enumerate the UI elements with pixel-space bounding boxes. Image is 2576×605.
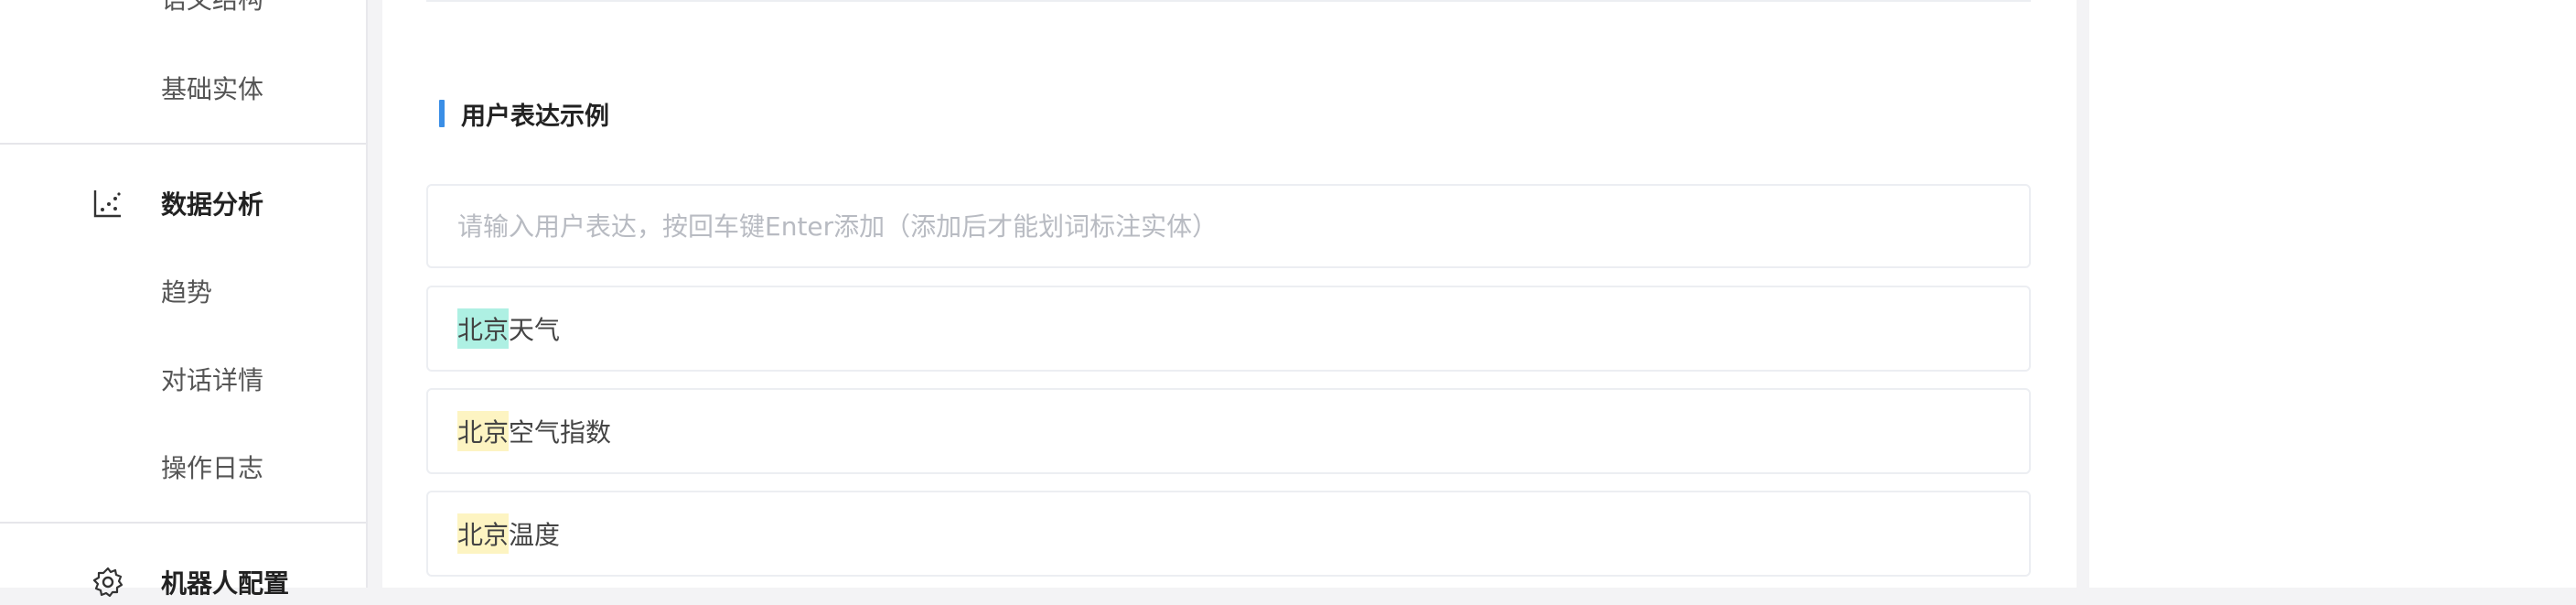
sidebar-item-label: 操作日志 — [161, 453, 264, 483]
expression-item[interactable]: 北京 温度 — [426, 491, 2031, 577]
sidebar-item-label: 趋势 — [161, 277, 213, 308]
gear-icon — [91, 566, 124, 599]
user-expression-input-wrapper — [426, 184, 2031, 268]
sidebar-item-label: 基础实体 — [161, 74, 264, 104]
section-title-text: 用户表达示例 — [461, 102, 609, 131]
sidebar-group-data-analysis[interactable]: 数据分析 — [91, 185, 263, 221]
sidebar-group-bot-config[interactable]: 机器人配置 — [91, 564, 289, 600]
sidebar-item-label: 语义结构 — [161, 0, 263, 15]
sidebar-item-label: 数据分析 — [161, 189, 264, 220]
entity-highlight[interactable]: 北京 — [457, 308, 510, 349]
sidebar-item-label: 机器人配置 — [161, 568, 290, 599]
accent-bar — [439, 100, 445, 127]
entity-highlight[interactable]: 北京 — [457, 513, 510, 554]
expression-text: 温度 — [509, 520, 561, 550]
sidebar: 语义结构 基础实体 数据分析 趋势 对话详情 操作日志 — [0, 0, 368, 599]
section-title: 用户表达示例 — [439, 99, 609, 131]
sidebar-divider — [0, 143, 366, 145]
sidebar-item-trends[interactable]: 趋势 — [161, 273, 212, 309]
divider — [426, 0, 2031, 2]
chart-icon — [91, 187, 124, 220]
sidebar-divider — [0, 522, 366, 524]
sidebar-item-semantic-structure[interactable]: 语义结构 — [161, 0, 263, 16]
user-expression-input[interactable] — [428, 211, 2029, 242]
expression-item[interactable]: 北京 天气 — [426, 286, 2031, 372]
main-content: 用户表达示例 北京天气 北京空气指数 北京温度 — [382, 0, 2077, 588]
expression-item[interactable]: 北京 空气指数 — [426, 388, 2031, 474]
pane-gutter — [2077, 0, 2089, 588]
sidebar-item-base-entity[interactable]: 基础实体 — [161, 70, 263, 106]
expression-text: 空气指数 — [509, 417, 612, 448]
expression-text: 天气 — [509, 315, 561, 345]
sidebar-item-operation-log[interactable]: 操作日志 — [161, 448, 263, 485]
sidebar-item-label: 对话详情 — [161, 365, 264, 395]
entity-highlight[interactable]: 北京 — [457, 411, 510, 451]
right-panel — [2089, 0, 2576, 588]
sidebar-item-conversation-details[interactable]: 对话详情 — [161, 361, 263, 397]
